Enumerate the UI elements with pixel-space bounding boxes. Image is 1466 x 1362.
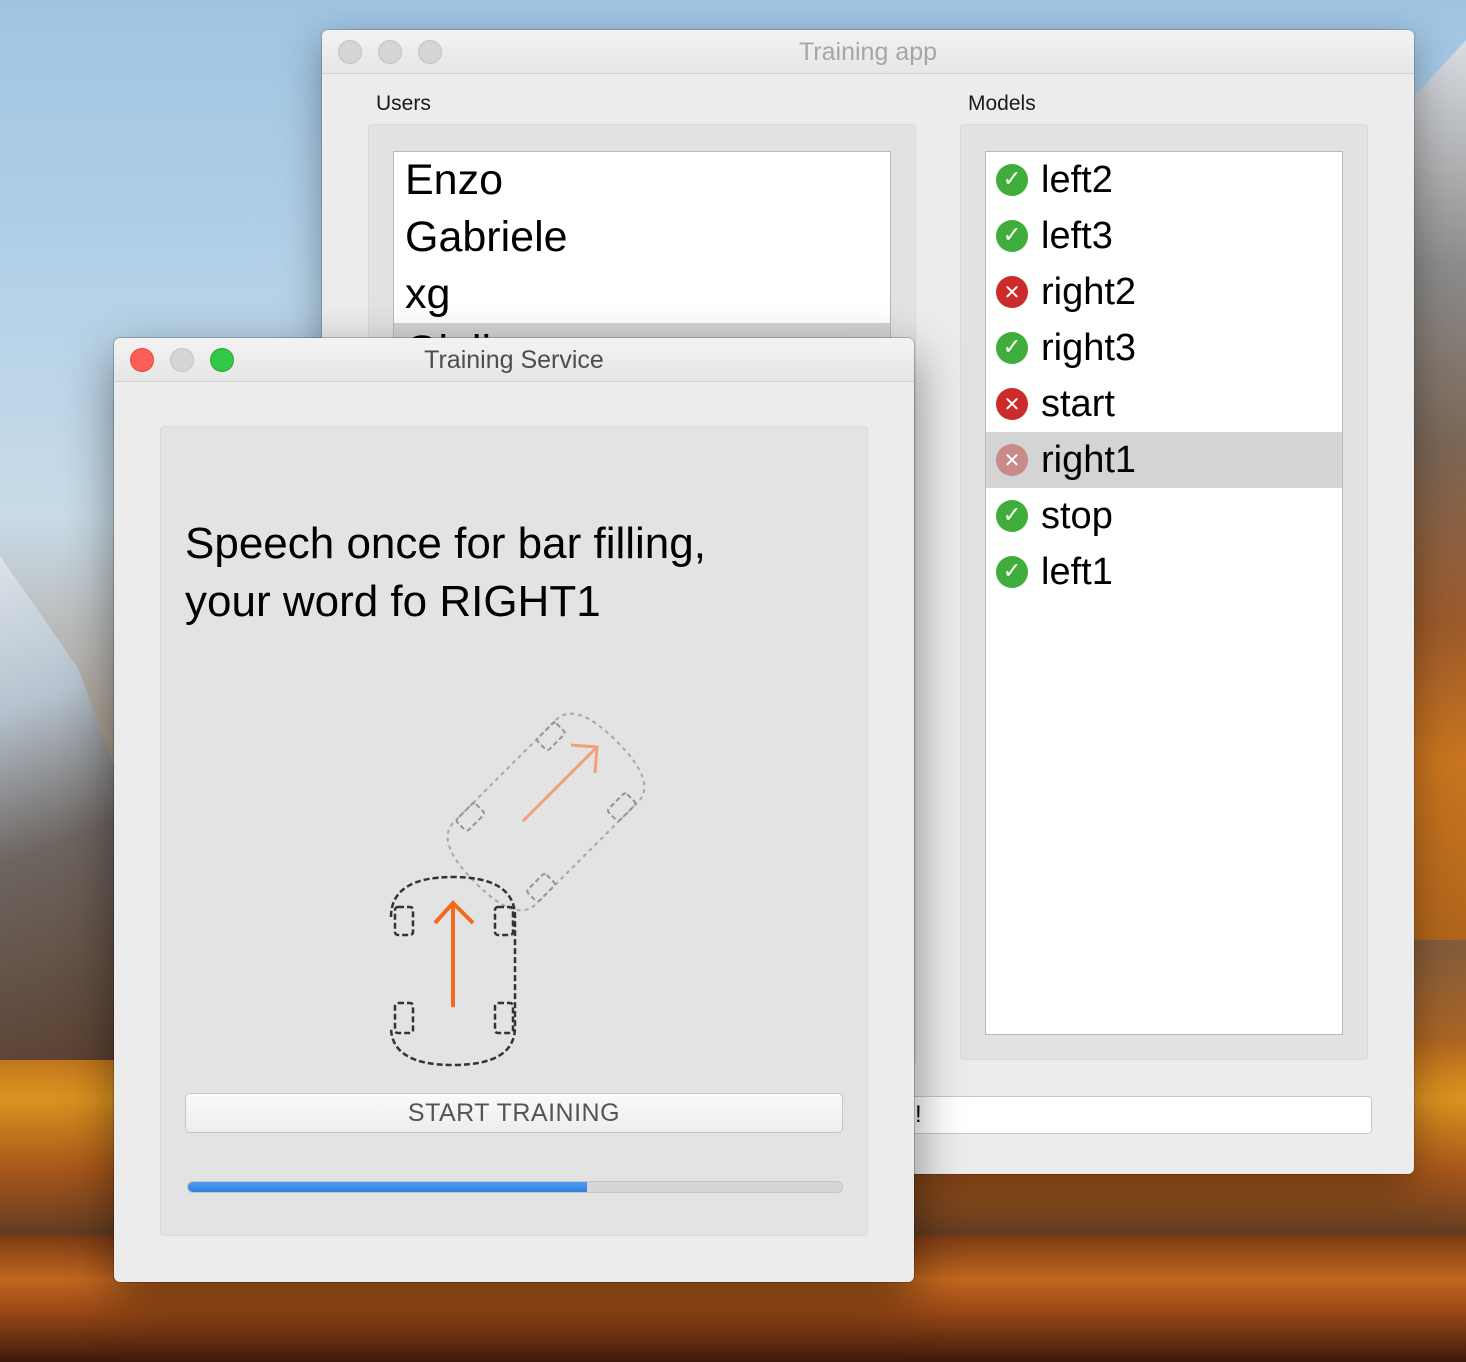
check-circle-icon: ✓ [996,500,1028,532]
list-item-model[interactable]: ✕ start [986,376,1342,432]
robot-rotated-icon [446,712,646,912]
model-name: start [1041,383,1115,425]
instruction-line-2: your word fo RIGHT1 [185,577,601,626]
list-item-model[interactable]: ✓ left1 [986,544,1342,600]
model-name: left3 [1041,215,1113,257]
desktop-wallpaper-mountain-left [0,556,130,1060]
robot-turn-right-illustration [389,712,646,1067]
arrow-up-icon [433,900,475,1007]
models-group: ✓ left2 ✓ left3 ✕ right2 ✓ right3 ✕ star… [960,124,1368,1060]
list-item-model-selected[interactable]: ✕ right1 [986,432,1342,488]
list-item-model[interactable]: ✓ left2 [986,152,1342,208]
model-name: left1 [1041,551,1113,593]
arrow-diagonal-icon [521,743,599,823]
window-title: Training Service [424,346,604,374]
list-item-user[interactable]: xg [394,266,890,323]
model-name: stop [1041,495,1113,537]
training-app-titlebar[interactable]: Training app [322,30,1414,74]
check-circle-icon: ✓ [996,332,1028,364]
training-progress-fill [188,1182,587,1192]
models-label: Models [968,92,1036,115]
users-label: Users [376,92,431,115]
start-training-button[interactable]: START TRAINING [185,1093,843,1133]
list-item-model[interactable]: ✓ left3 [986,208,1342,264]
model-name: right2 [1041,271,1137,313]
list-item-user[interactable]: Enzo [394,152,890,209]
window-title: Training app [798,38,938,66]
list-item-model[interactable]: ✓ stop [986,488,1342,544]
instruction-text: Speech once for bar filling, your word f… [185,515,825,631]
instruction-line-1: Speech once for bar filling, [185,519,706,568]
x-circle-icon: ✕ [996,388,1028,420]
check-circle-icon: ✓ [996,164,1028,196]
model-name: right1 [1041,439,1137,481]
list-item-model[interactable]: ✕ right2 [986,264,1342,320]
check-circle-icon: ✓ [996,556,1028,588]
list-item-user[interactable]: Gabriele [394,209,890,266]
model-name: right3 [1041,327,1137,369]
x-circle-icon: ✕ [996,276,1028,308]
training-progress-bar [187,1181,843,1193]
training-service-titlebar[interactable]: Training Service [114,338,914,382]
models-list[interactable]: ✓ left2 ✓ left3 ✕ right2 ✓ right3 ✕ star… [985,151,1343,1035]
status-field[interactable]: ! [862,1096,1372,1134]
list-item-model[interactable]: ✓ right3 [986,320,1342,376]
x-circle-icon: ✕ [996,444,1028,476]
training-panel: Speech once for bar filling, your word f… [160,426,868,1236]
training-service-window: Training Service Speech once for bar fil… [114,338,914,1282]
model-name: left2 [1041,159,1113,201]
check-circle-icon: ✓ [996,220,1028,252]
